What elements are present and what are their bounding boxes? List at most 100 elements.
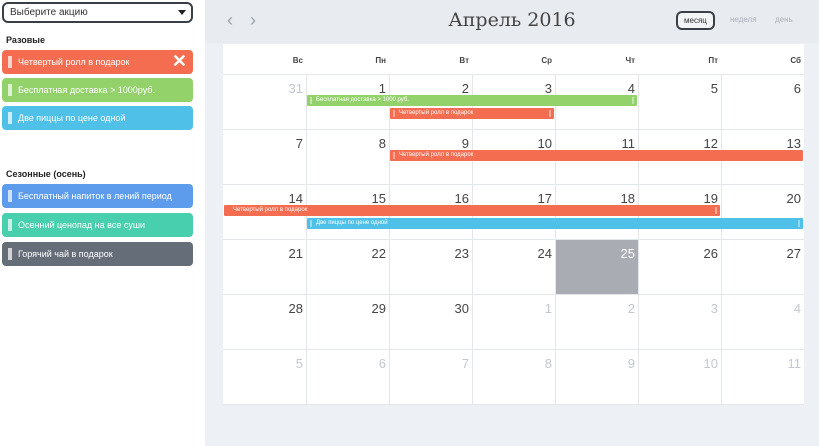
day-cell[interactable]: 4: [555, 81, 635, 96]
section-title-single: Разовые: [6, 35, 45, 45]
calendar-event-label: Две пиццы по цене одной: [316, 220, 388, 226]
promo-item-label: Бесплатный напиток в лений период: [18, 191, 172, 201]
day-cell[interactable]: 11: [555, 136, 636, 151]
weekday-sat: Сб: [790, 56, 801, 65]
section-title-seasonal: Сезонные (осень): [6, 169, 86, 179]
day-cell-other-month[interactable]: 8: [472, 356, 552, 371]
promo-item-autumn-sushi[interactable]: Осенний ценопад на все суши: [2, 213, 193, 237]
promo-item-hot-tea[interactable]: Горячий чай в подарок: [2, 242, 193, 266]
promo-select[interactable]: Выберите акцию: [2, 2, 193, 23]
day-cell-other-month[interactable]: 1: [472, 301, 552, 316]
resize-handle-icon[interactable]: [549, 110, 551, 117]
day-cell[interactable]: 29: [306, 301, 386, 316]
day-cell-other-month[interactable]: 11: [721, 356, 802, 371]
weekday-sun: Вс: [292, 56, 303, 65]
weekday-mon: Пн: [375, 56, 386, 65]
resize-handle-icon[interactable]: [393, 152, 395, 159]
resize-handle-icon[interactable]: [798, 220, 800, 227]
grid-column-divider: [472, 74, 473, 404]
day-cell[interactable]: 26: [638, 246, 718, 261]
day-cell-other-month[interactable]: 9: [555, 356, 635, 371]
day-cell-other-month[interactable]: 3: [638, 301, 718, 316]
resize-handle-icon[interactable]: [715, 207, 717, 214]
day-cell-other-month[interactable]: 2: [555, 301, 635, 316]
grid-row-divider: [223, 74, 804, 75]
calendar-event[interactable]: Бесплатная доставка > 1000 руб.: [307, 95, 637, 106]
day-cell[interactable]: 6: [721, 81, 801, 96]
drag-handle-icon[interactable]: [8, 56, 12, 68]
promo-item-free-drink[interactable]: Бесплатный напиток в лений период: [2, 184, 193, 208]
day-cell-other-month[interactable]: 31: [223, 81, 303, 96]
view-day-button[interactable]: день: [775, 15, 793, 24]
day-cell-other-month[interactable]: 10: [638, 356, 718, 371]
day-cell[interactable]: 1: [306, 81, 386, 96]
resize-handle-icon[interactable]: [310, 220, 312, 227]
chevron-down-icon[interactable]: [178, 10, 186, 15]
day-cell[interactable]: 8: [306, 136, 386, 151]
day-cell[interactable]: 15: [306, 191, 386, 206]
drag-handle-icon[interactable]: [8, 84, 12, 96]
day-cell[interactable]: 9: [389, 136, 469, 151]
grid-row-divider: [223, 349, 804, 350]
day-cell[interactable]: 13: [721, 136, 801, 151]
day-cell-other-month[interactable]: 4: [721, 301, 801, 316]
grid-row-divider: [223, 184, 804, 185]
promo-item-two-pizzas[interactable]: Две пиццы по цене одной: [2, 106, 193, 130]
promo-item-free-delivery[interactable]: Бесплатная доставка > 1000руб.: [2, 78, 193, 102]
day-cell[interactable]: 27: [721, 246, 801, 261]
view-month-button[interactable]: месяц: [676, 11, 715, 30]
drag-handle-icon[interactable]: [8, 112, 12, 124]
day-cell[interactable]: 21: [223, 246, 303, 261]
grid-row-divider: [223, 239, 804, 240]
weekday-wed: Ср: [541, 56, 552, 65]
day-cell[interactable]: 25: [555, 246, 635, 261]
promo-item-fourth-roll[interactable]: Четвертый ролл в подарок ✕: [2, 50, 193, 74]
day-cell-other-month[interactable]: 5: [223, 356, 303, 371]
day-cell-other-month[interactable]: 6: [306, 356, 386, 371]
day-cell[interactable]: 5: [638, 81, 718, 96]
day-cell[interactable]: 14: [223, 191, 303, 206]
calendar-event[interactable]: Четвертый ролл в подарок: [390, 150, 803, 161]
calendar-event[interactable]: Четвертый ролл в подарок: [390, 108, 554, 119]
promo-item-label: Две пиццы по цене одной: [18, 113, 126, 123]
calendar-event[interactable]: Четвертый ролл в подарок: [224, 205, 720, 216]
day-cell[interactable]: 2: [389, 81, 469, 96]
day-cell[interactable]: 24: [472, 246, 552, 261]
grid-column-divider: [555, 74, 556, 404]
promo-item-label: Четвертый ролл в подарок: [18, 57, 130, 67]
month-title: Апрель 2016: [448, 9, 576, 31]
drag-handle-icon[interactable]: [8, 219, 12, 231]
calendar-event-label: Бесплатная доставка > 1000 руб.: [316, 97, 409, 103]
promo-item-label: Осенний ценопад на все суши: [18, 220, 146, 230]
day-cell[interactable]: 16: [389, 191, 469, 206]
day-cell[interactable]: 28: [223, 301, 303, 316]
day-cell[interactable]: 12: [638, 136, 718, 151]
drag-handle-icon[interactable]: [8, 248, 12, 260]
calendar-panel: ‹ › Апрель 2016 месяц неделя день Вс Пн Вт…: [205, 0, 819, 446]
calendar-event-label: Четвертый ролл в подарок: [399, 152, 474, 158]
day-cell[interactable]: 30: [389, 301, 469, 316]
day-cell[interactable]: 7: [223, 136, 303, 151]
calendar-event-label: Четвертый ролл в подарок: [399, 110, 474, 116]
day-cell[interactable]: 23: [389, 246, 469, 261]
drag-handle-icon[interactable]: [8, 190, 12, 202]
day-cell[interactable]: 22: [306, 246, 386, 261]
day-cell[interactable]: 18: [555, 191, 635, 206]
close-icon[interactable]: ✕: [172, 52, 187, 70]
day-cell[interactable]: 17: [472, 191, 552, 206]
day-cell[interactable]: 19: [638, 191, 718, 206]
promo-sidebar: Выберите акцию Разовые Четвертый ролл в …: [0, 0, 200, 446]
resize-handle-icon[interactable]: [393, 110, 395, 117]
resize-handle-icon[interactable]: [310, 97, 312, 104]
day-cell[interactable]: 20: [721, 191, 801, 206]
calendar-event-label: Четвертый ролл в подарок: [233, 207, 308, 213]
grid-column-divider: [389, 74, 390, 404]
view-week-button[interactable]: неделя: [730, 15, 757, 24]
day-cell[interactable]: 10: [472, 136, 552, 151]
calendar-event[interactable]: Две пиццы по цене одной: [307, 218, 803, 229]
promo-select-value: Выберите акцию: [10, 7, 88, 18]
resize-handle-icon[interactable]: [632, 97, 634, 104]
day-cell[interactable]: 3: [472, 81, 552, 96]
grid-column-divider: [721, 74, 722, 404]
day-cell-other-month[interactable]: 7: [389, 356, 469, 371]
